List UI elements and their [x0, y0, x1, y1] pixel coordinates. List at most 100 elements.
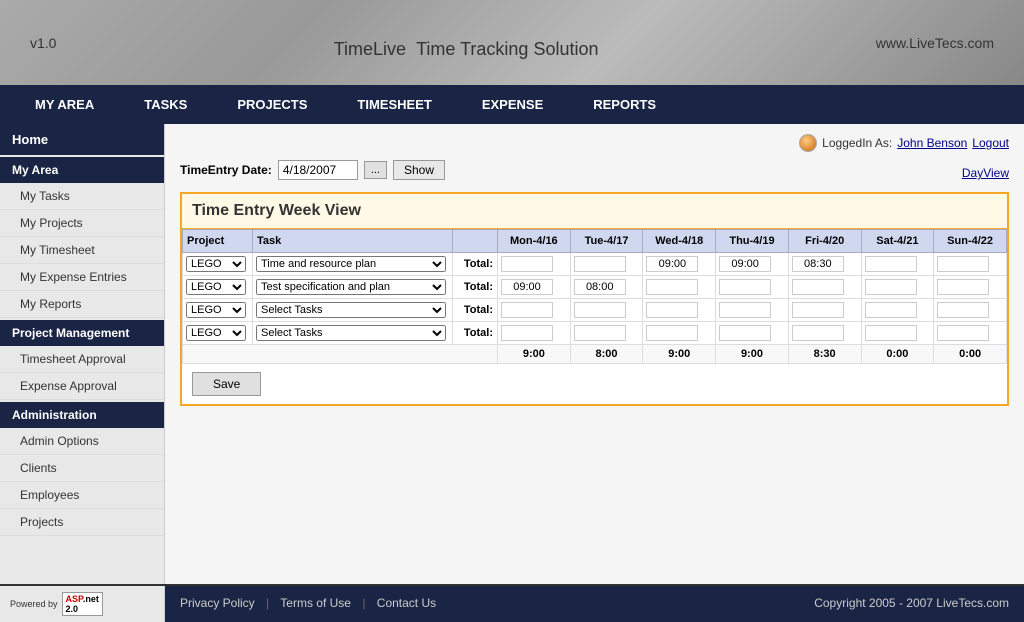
user-name-link[interactable]: John Benson	[897, 136, 967, 150]
totals-label	[183, 345, 498, 364]
row3-sun-input[interactable]	[937, 302, 989, 318]
row4-task-select[interactable]: Select Tasks	[256, 325, 446, 341]
row1-mon-input[interactable]	[501, 256, 553, 272]
row2-wed-input[interactable]	[646, 279, 698, 295]
sidebar-item-timesheet-approval[interactable]: Timesheet Approval	[0, 346, 164, 373]
row2-mon-input[interactable]	[501, 279, 553, 295]
row3-tue-input[interactable]	[574, 302, 626, 318]
row1-wed-input[interactable]	[646, 256, 698, 272]
row1-tue-input[interactable]	[574, 256, 626, 272]
show-button[interactable]: Show	[393, 160, 445, 180]
sidebar-item-my-projects[interactable]: My Projects	[0, 210, 164, 237]
sidebar-item-my-tasks[interactable]: My Tasks	[0, 183, 164, 210]
row1-sat-input[interactable]	[865, 256, 917, 272]
footer-links: Privacy Policy | Terms of Use | Contact …	[180, 596, 444, 610]
privacy-link[interactable]: Privacy Policy	[180, 596, 255, 610]
sidebar-item-projects[interactable]: Projects	[0, 509, 164, 536]
total-wed: 9:00	[643, 345, 716, 364]
sidebar-item-my-expense[interactable]: My Expense Entries	[0, 264, 164, 291]
row4-tue-input[interactable]	[574, 325, 626, 341]
row2-total-label: Total:	[453, 276, 498, 299]
row1-task: Time and resource plan	[253, 253, 453, 276]
contact-link[interactable]: Contact Us	[377, 596, 436, 610]
row1-sun-input[interactable]	[937, 256, 989, 272]
total-sun: 0:00	[934, 345, 1007, 364]
sidebar-item-employees[interactable]: Employees	[0, 482, 164, 509]
header-wed: Wed-4/18	[643, 230, 716, 253]
row4-sat	[861, 322, 934, 345]
row1-total-label: Total:	[453, 253, 498, 276]
row2-task-select[interactable]: Test specification and plan	[256, 279, 446, 295]
day-view-link[interactable]: DayView	[962, 166, 1009, 180]
row2-fri-input[interactable]	[792, 279, 844, 295]
row3-fri-input[interactable]	[792, 302, 844, 318]
app-subtitle: Time Tracking Solution	[416, 39, 598, 59]
sidebar-item-admin-options[interactable]: Admin Options	[0, 428, 164, 455]
row2-sat	[861, 276, 934, 299]
save-button[interactable]: Save	[192, 372, 261, 396]
date-input[interactable]	[278, 160, 358, 180]
row1-project-select[interactable]: LEGO	[186, 256, 246, 272]
row3-mon-input[interactable]	[501, 302, 553, 318]
row4-total-label: Total:	[453, 322, 498, 345]
nav-reports[interactable]: REPORTS	[568, 85, 681, 124]
date-picker-button[interactable]: ...	[364, 161, 387, 179]
nav-timesheet[interactable]: TIMESHEET	[332, 85, 456, 124]
row2-tue	[570, 276, 643, 299]
date-bar: TimeEntry Date: ... Show	[180, 160, 445, 180]
row1-thu-input[interactable]	[719, 256, 771, 272]
row2-fri	[788, 276, 861, 299]
row4-fri-input[interactable]	[792, 325, 844, 341]
row2-project-select[interactable]: LEGO	[186, 279, 246, 295]
nav-my-area[interactable]: MY AREA	[10, 85, 119, 124]
header-empty	[453, 230, 498, 253]
row1-tue	[570, 253, 643, 276]
nav-expense[interactable]: EXPENSE	[457, 85, 568, 124]
header-mon: Mon-4/16	[498, 230, 571, 253]
row2-sun	[934, 276, 1007, 299]
row4-sun-input[interactable]	[937, 325, 989, 341]
row3-sat-input[interactable]	[865, 302, 917, 318]
row4-sat-input[interactable]	[865, 325, 917, 341]
row1-task-select[interactable]: Time and resource plan	[256, 256, 446, 272]
nav-projects[interactable]: PROJECTS	[212, 85, 332, 124]
sidebar-item-my-timesheet[interactable]: My Timesheet	[0, 237, 164, 264]
sidebar-my-area-header: My Area	[0, 157, 164, 183]
version-label: v1.0	[30, 35, 56, 51]
header-sun: Sun-4/22	[934, 230, 1007, 253]
header-project: Project	[183, 230, 253, 253]
total-tue: 8:00	[570, 345, 643, 364]
total-mon: 9:00	[498, 345, 571, 364]
row1-fri	[788, 253, 861, 276]
sidebar-item-my-reports[interactable]: My Reports	[0, 291, 164, 318]
row4-thu-input[interactable]	[719, 325, 771, 341]
table-row: LEGO Select Tasks Total:	[183, 299, 1007, 322]
row2-tue-input[interactable]	[574, 279, 626, 295]
sidebar-item-clients[interactable]: Clients	[0, 455, 164, 482]
row2-sat-input[interactable]	[865, 279, 917, 295]
table-row: LEGO Test specification and plan Total:	[183, 276, 1007, 299]
row3-project-select[interactable]: LEGO	[186, 302, 246, 318]
logout-link[interactable]: Logout	[972, 136, 1009, 150]
total-sat: 0:00	[861, 345, 934, 364]
row1-fri-input[interactable]	[792, 256, 844, 272]
row4-mon-input[interactable]	[501, 325, 553, 341]
header-tue: Tue-4/17	[570, 230, 643, 253]
row3-thu-input[interactable]	[719, 302, 771, 318]
row3-wed-input[interactable]	[646, 302, 698, 318]
row2-sun-input[interactable]	[937, 279, 989, 295]
time-entry-title: Time Entry Week View	[182, 194, 1007, 229]
app-title: TimeLive Time Tracking Solution	[334, 22, 599, 64]
row3-task-select[interactable]: Select Tasks	[256, 302, 446, 318]
row4-mon	[498, 322, 571, 345]
nav-tasks[interactable]: TASKS	[119, 85, 212, 124]
terms-link[interactable]: Terms of Use	[280, 596, 351, 610]
row4-project-select[interactable]: LEGO	[186, 325, 246, 341]
sidebar-home[interactable]: Home	[0, 124, 164, 155]
row2-task: Test specification and plan	[253, 276, 453, 299]
logged-in-info: LoggedIn As: John Benson Logout	[799, 134, 1009, 152]
row4-wed-input[interactable]	[646, 325, 698, 341]
row2-thu-input[interactable]	[719, 279, 771, 295]
sidebar-item-expense-approval[interactable]: Expense Approval	[0, 373, 164, 400]
nav-bar: MY AREA TASKS PROJECTS TIMESHEET EXPENSE…	[0, 85, 1024, 124]
